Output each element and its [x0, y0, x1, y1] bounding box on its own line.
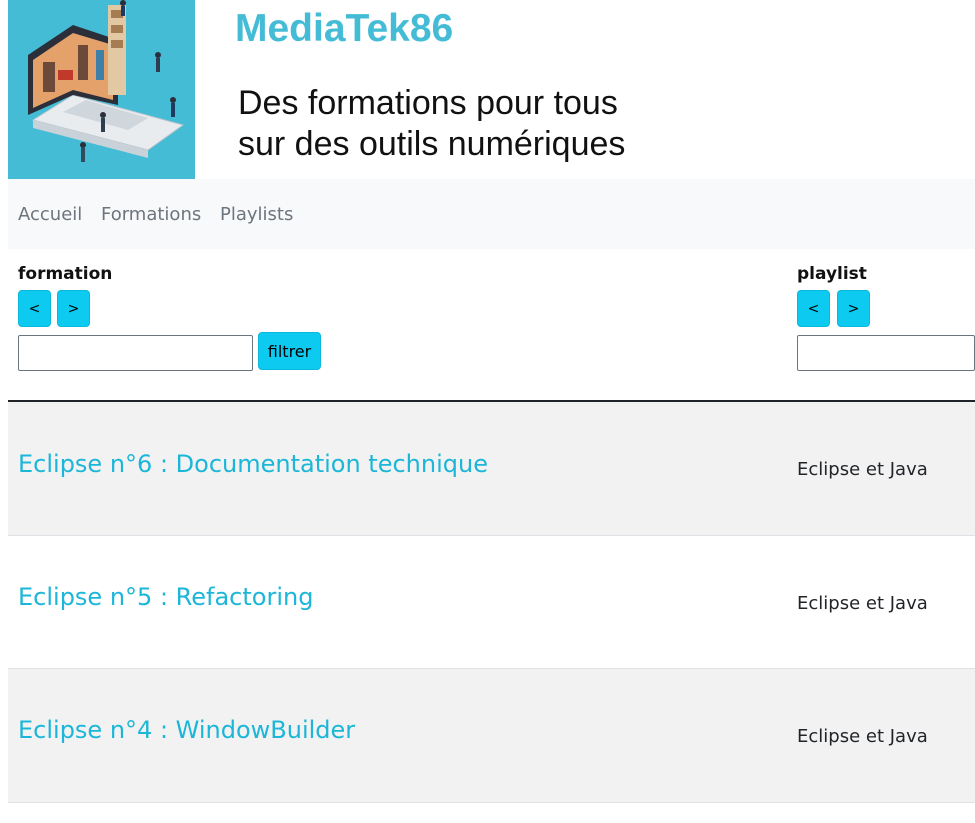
nav-link-accueil[interactable]: Accueil: [18, 204, 82, 225]
formation-sort-asc-button[interactable]: <: [18, 290, 51, 327]
formation-filter-button[interactable]: filtrer: [258, 332, 321, 370]
site-header: MediaTek86 Des formations pour tous sur …: [8, 0, 975, 179]
laptop-illustration-logo: [8, 0, 195, 179]
playlist-filter-input[interactable]: [797, 335, 975, 371]
playlist-sort-asc-button[interactable]: <: [797, 290, 830, 327]
formation-title-link[interactable]: Eclipse n°5 : Refactoring: [18, 583, 313, 611]
playlist-sort-desc-button[interactable]: >: [837, 290, 870, 327]
formation-filter-input[interactable]: [18, 335, 253, 371]
playlist-name: Eclipse et Java: [797, 726, 928, 747]
playlist-name: Eclipse et Java: [797, 459, 928, 480]
tagline-line-2: sur des outils numériques: [238, 125, 626, 163]
formation-title-link[interactable]: Eclipse n°4 : WindowBuilder: [18, 716, 355, 744]
table-row: Eclipse n°4 : WindowBuilder Eclipse et J…: [8, 669, 975, 803]
tagline-line-1: Des formations pour tous: [238, 84, 618, 122]
nav-link-playlists[interactable]: Playlists: [220, 204, 293, 225]
main-navbar: Accueil Formations Playlists: [8, 179, 975, 249]
nav-link-formations[interactable]: Formations: [101, 204, 201, 225]
table-row: Eclipse n°6 : Documentation technique Ec…: [8, 402, 975, 536]
table-row: Eclipse n°5 : Refactoring Eclipse et Jav…: [8, 536, 975, 669]
playlist-column-header: playlist: [797, 264, 867, 284]
formation-sort-desc-button[interactable]: >: [57, 290, 90, 327]
site-title: MediaTek86: [235, 7, 454, 50]
formation-title-link[interactable]: Eclipse n°6 : Documentation technique: [18, 450, 488, 478]
playlist-name: Eclipse et Java: [797, 593, 928, 614]
site-tagline: Des formations pour tous sur des outils …: [238, 83, 625, 165]
formation-column-header: formation: [18, 264, 113, 284]
